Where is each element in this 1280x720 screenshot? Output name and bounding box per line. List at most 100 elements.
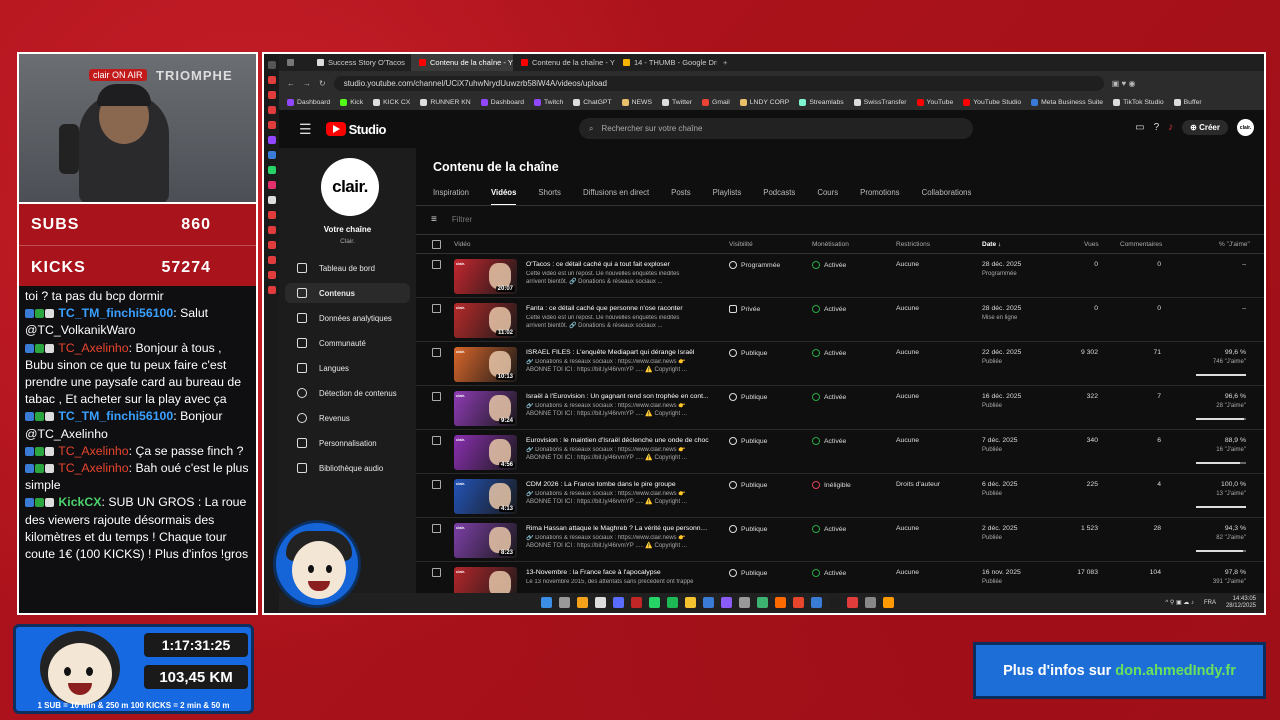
video-thumbnail[interactable]: clair. 11:02 <box>454 303 517 338</box>
row-checkbox[interactable] <box>432 304 441 313</box>
chat-username[interactable]: TC_Axelinho <box>58 341 128 355</box>
tab-inspiration[interactable]: Inspiration <box>433 188 469 206</box>
bookmark[interactable]: Dashboard <box>480 99 524 106</box>
monetization-cell[interactable]: Activée <box>812 349 846 357</box>
notifications-icon[interactable]: ♪ <box>1168 122 1173 133</box>
chat-username[interactable]: TC_Axelinho <box>58 444 128 458</box>
visibility-cell[interactable]: Publique <box>729 481 767 489</box>
taskview-icon[interactable] <box>559 597 570 608</box>
chat-username[interactable]: TC_Axelinho <box>58 461 128 475</box>
chrome-icon[interactable] <box>595 597 606 608</box>
bookmark[interactable]: ChatGPT <box>573 99 612 106</box>
filter-icon[interactable]: ≡ <box>431 214 437 225</box>
tab-posts[interactable]: Posts <box>671 188 691 206</box>
bookmark[interactable]: Kick <box>340 99 363 106</box>
video-thumbnail[interactable]: clair. 8:23 <box>454 523 517 558</box>
col-date[interactable]: Date ↓ <box>982 241 1001 248</box>
row-checkbox[interactable] <box>432 348 441 357</box>
nav-customization[interactable]: Personnalisation <box>285 433 410 453</box>
video-title[interactable]: 13-Novembre : la France face à l'apocaly… <box>526 569 711 576</box>
row-checkbox[interactable] <box>432 260 441 269</box>
new-tab-button[interactable]: + <box>717 58 733 67</box>
tab-live[interactable]: Diffusions en direct <box>583 188 649 206</box>
spotify-icon[interactable] <box>667 597 678 608</box>
tab-courses[interactable]: Cours <box>817 188 838 206</box>
app-icon[interactable] <box>829 597 840 608</box>
extensions-icon[interactable]: ▣ ♥ ◉ <box>1112 79 1136 88</box>
nav-audio-library[interactable]: Bibliothèque audio <box>285 458 410 478</box>
create-button[interactable]: ⊕ Créer <box>1182 120 1228 135</box>
bookmark[interactable]: Dashboard <box>287 99 330 106</box>
row-checkbox[interactable] <box>432 480 441 489</box>
row-checkbox[interactable] <box>432 524 441 533</box>
language-indicator[interactable]: FRA <box>1204 600 1216 607</box>
monetization-cell[interactable]: Activée <box>812 305 846 313</box>
visibility-cell[interactable]: Publique <box>729 437 767 445</box>
search-input[interactable]: ⌕ Rechercher sur votre chaîne <box>579 118 973 139</box>
bookmark[interactable]: Twitch <box>534 99 563 106</box>
bookmark[interactable]: Meta Business Suite <box>1031 99 1103 106</box>
video-title[interactable]: ISRAEL FILES : L'enquête Mediapart qui d… <box>526 349 711 356</box>
settings-icon[interactable] <box>883 597 894 608</box>
reload-icon[interactable]: ↻ <box>319 79 326 88</box>
bookmark[interactable]: RUNNER KN <box>420 99 471 106</box>
tab-podcasts[interactable]: Podcasts <box>763 188 795 206</box>
video-title[interactable]: Fanta : ce détail caché que personne n'o… <box>526 305 711 312</box>
visibility-cell[interactable]: Publique <box>729 349 767 357</box>
bookmark[interactable]: YouTube <box>916 99 953 106</box>
browser-tab-active[interactable]: Contenu de la chaîne - Y <box>411 54 513 71</box>
select-all-checkbox[interactable] <box>432 240 441 249</box>
visibility-cell[interactable]: Publique <box>729 525 767 533</box>
tab-actions[interactable] <box>279 54 309 71</box>
tray-icons[interactable]: ^ ⚲ ▣ ☁ ♪ <box>1165 600 1194 607</box>
nav-earn[interactable]: Revenus <box>285 408 410 428</box>
search-icon[interactable] <box>577 597 588 608</box>
bookmark[interactable]: TikTok Studio <box>1113 99 1164 106</box>
row-checkbox[interactable] <box>432 392 441 401</box>
bookmark[interactable]: Streamlabs <box>799 99 844 106</box>
tab-promotions[interactable]: Promotions <box>860 188 899 206</box>
visibility-cell[interactable]: Publique <box>729 569 767 577</box>
nav-community[interactable]: Communauté <box>285 333 410 353</box>
channel-avatar[interactable]: clair. <box>321 158 379 216</box>
video-title[interactable]: Rima Hassan attaque le Maghreb ? La véri… <box>526 525 711 532</box>
obs-icon[interactable] <box>739 597 750 608</box>
table-row[interactable]: clair. 9:24 Israël à l'Eurovision : Un gag… <box>416 386 1264 430</box>
row-checkbox[interactable] <box>432 436 441 445</box>
nav-content[interactable]: Contenus <box>285 283 410 303</box>
maps-icon[interactable] <box>865 597 876 608</box>
video-thumbnail[interactable]: clair. 9:24 <box>454 391 517 426</box>
monetization-cell[interactable]: Activée <box>812 437 846 445</box>
back-icon[interactable]: ← <box>287 79 295 88</box>
firefox-icon[interactable] <box>811 597 822 608</box>
nav-content-detection[interactable]: Détection de contenus <box>285 383 410 403</box>
tab-videos[interactable]: Vidéos <box>490 188 517 206</box>
video-title[interactable]: CDM 2026 : La France tombe dans le pire … <box>526 481 711 488</box>
table-row[interactable]: clair. 4:56 Eurovision : le maintien d'Isr… <box>416 430 1264 474</box>
chat-username[interactable]: TC_TM_finchi56100 <box>58 409 173 423</box>
bookmark[interactable]: KICK CX <box>373 99 410 106</box>
bookmark[interactable]: Buffer <box>1173 99 1202 106</box>
video-title[interactable]: Eurovision : le maintien d'Israël déclen… <box>526 437 711 444</box>
app-icon[interactable] <box>757 597 768 608</box>
tab-collaborations[interactable]: Collaborations <box>922 188 972 206</box>
monetization-cell[interactable]: Activée <box>812 393 846 401</box>
tab-playlists[interactable]: Playlists <box>713 188 742 206</box>
nav-dashboard[interactable]: Tableau de bord <box>285 258 410 278</box>
address-bar[interactable]: studio.youtube.com/channel/UCiX7uhwNrydU… <box>333 75 1104 91</box>
explorer-icon[interactable] <box>685 597 696 608</box>
monetization-cell[interactable]: Inéligible <box>812 481 851 489</box>
visibility-cell[interactable]: Programmée <box>729 261 780 269</box>
discord-icon[interactable] <box>613 597 624 608</box>
feedback-icon[interactable]: ▭ <box>1135 122 1144 133</box>
browser-tab[interactable]: Success Story O'Tacos <box>309 54 411 71</box>
whatsapp-icon[interactable] <box>649 597 660 608</box>
bookmark[interactable]: NEWS <box>621 99 652 106</box>
bookmark[interactable]: SwissTransfer <box>853 99 907 106</box>
clock-time[interactable]: 14:43:05 <box>1226 596 1256 603</box>
brave-icon[interactable] <box>793 597 804 608</box>
row-checkbox[interactable] <box>432 568 441 577</box>
visibility-cell[interactable]: Publique <box>729 393 767 401</box>
nav-analytics[interactable]: Données analytiques <box>285 308 410 328</box>
monetization-cell[interactable]: Activée <box>812 569 846 577</box>
